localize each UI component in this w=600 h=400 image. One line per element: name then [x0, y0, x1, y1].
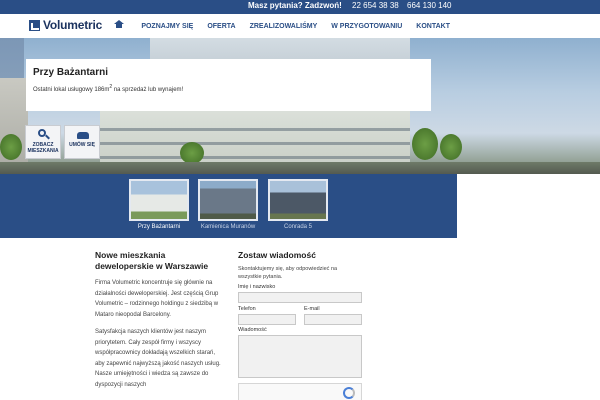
- home-link[interactable]: [112, 14, 126, 38]
- phone-label: Telefon: [238, 306, 256, 312]
- nav-item-oferta[interactable]: OFERTA: [200, 23, 242, 30]
- email-label: E-mail: [304, 306, 320, 312]
- nav-item-zrealizowalismy[interactable]: ZREALIZOWALIŚMY: [243, 23, 325, 30]
- project-thumb-conrada-5[interactable]: [268, 179, 328, 221]
- recaptcha-icon: [343, 387, 355, 399]
- tree-image: [0, 134, 22, 160]
- building-balcony-row: [100, 142, 410, 145]
- book-meeting-button[interactable]: UMÓW SIĘ: [64, 125, 100, 159]
- project-caption[interactable]: Conrada 5: [263, 224, 333, 230]
- projects-thumbnail-strip: Przy Bażantarni Kamienica Muranów Conrad…: [0, 174, 457, 238]
- logo[interactable]: Volumetric: [29, 18, 102, 32]
- hero-banner: Przy Bażantarni Ostatni lokal usługowy 1…: [0, 38, 600, 174]
- project-thumb-kamienica-muranow[interactable]: [198, 179, 258, 221]
- name-label: Imię i nazwisko: [238, 284, 276, 290]
- email-field[interactable]: [304, 314, 362, 325]
- hero-desc-text: Ostatni lokal usługowy 186m: [33, 87, 110, 93]
- phone-icon: [77, 129, 89, 141]
- main-nav: POZNAJMY SIĘ OFERTA ZREALIZOWALIŚMY W PR…: [112, 14, 457, 38]
- building-left-image: [0, 78, 28, 174]
- about-paragraph: Satysfakcja naszych klientów jest naszym…: [95, 329, 221, 388]
- contact-intro: Skontaktujemy się, aby odpowiedzieć na w…: [238, 266, 338, 281]
- see-apartments-button[interactable]: ZOBACZ MIESZKANIA: [25, 125, 61, 159]
- message-label: Wiadomość: [238, 327, 267, 333]
- street-image: [0, 162, 600, 174]
- home-icon: [114, 19, 125, 30]
- right-blank-area: [457, 174, 600, 238]
- project-thumb-przy-bazantarni[interactable]: [129, 179, 189, 221]
- name-field[interactable]: [238, 292, 362, 303]
- hero-info-panel: Przy Bażantarni Ostatni lokal usługowy 1…: [26, 59, 431, 111]
- tree-image: [180, 142, 204, 164]
- contact-form-section: Zostaw wiadomość Skontaktujemy się, aby …: [238, 250, 362, 282]
- top-contact-bar: Masz pytania? Zadzwoń! 22 654 38 38 664 …: [0, 0, 600, 14]
- search-icon: [38, 129, 50, 141]
- project-caption[interactable]: Przy Bażantarni: [124, 224, 194, 230]
- contact-question: Masz pytania? Zadzwoń!: [248, 1, 342, 10]
- logo-mark-icon: [29, 19, 40, 31]
- project-caption[interactable]: Kamienica Muranów: [193, 224, 263, 230]
- phone-number-2[interactable]: 664 130 140: [407, 1, 452, 10]
- about-title: Nowe mieszkania deweloperskie w Warszawi…: [95, 250, 209, 271]
- hero-title: Przy Bażantarni: [33, 67, 109, 78]
- tree-image: [440, 134, 462, 160]
- site-header: Volumetric POZNAJMY SIĘ OFERTA ZREALIZOW…: [24, 14, 457, 38]
- contact-title: Zostaw wiadomość: [238, 250, 316, 260]
- message-field[interactable]: [238, 335, 362, 378]
- see-apartments-label: ZOBACZ MIESZKANIA: [27, 142, 59, 154]
- nav-item-poznajmy-sie[interactable]: POZNAJMY SIĘ: [134, 23, 200, 30]
- building-balcony-row: [100, 128, 410, 131]
- phone-number-1[interactable]: 22 654 38 38: [352, 1, 399, 10]
- phone-field[interactable]: [238, 314, 296, 325]
- tree-image: [412, 128, 438, 160]
- about-section: Nowe mieszkania deweloperskie w Warszawi…: [95, 250, 221, 390]
- about-paragraph: Firma Volumetric koncentruje się głównie…: [95, 280, 219, 318]
- hero-desc-text-end: na sprzedaż lub wynajem!: [112, 87, 184, 93]
- hero-description: Ostatni lokal usługowy 186m2 na sprzedaż…: [33, 84, 183, 93]
- nav-item-w-przygotowaniu[interactable]: W PRZYGOTOWANIU: [324, 23, 409, 30]
- recaptcha-widget[interactable]: [238, 383, 362, 400]
- book-meeting-label: UMÓW SIĘ: [69, 142, 95, 148]
- logo-text: Volumetric: [43, 18, 103, 32]
- building-balcony-row: [100, 156, 410, 159]
- nav-item-kontakt[interactable]: KONTAKT: [409, 23, 457, 30]
